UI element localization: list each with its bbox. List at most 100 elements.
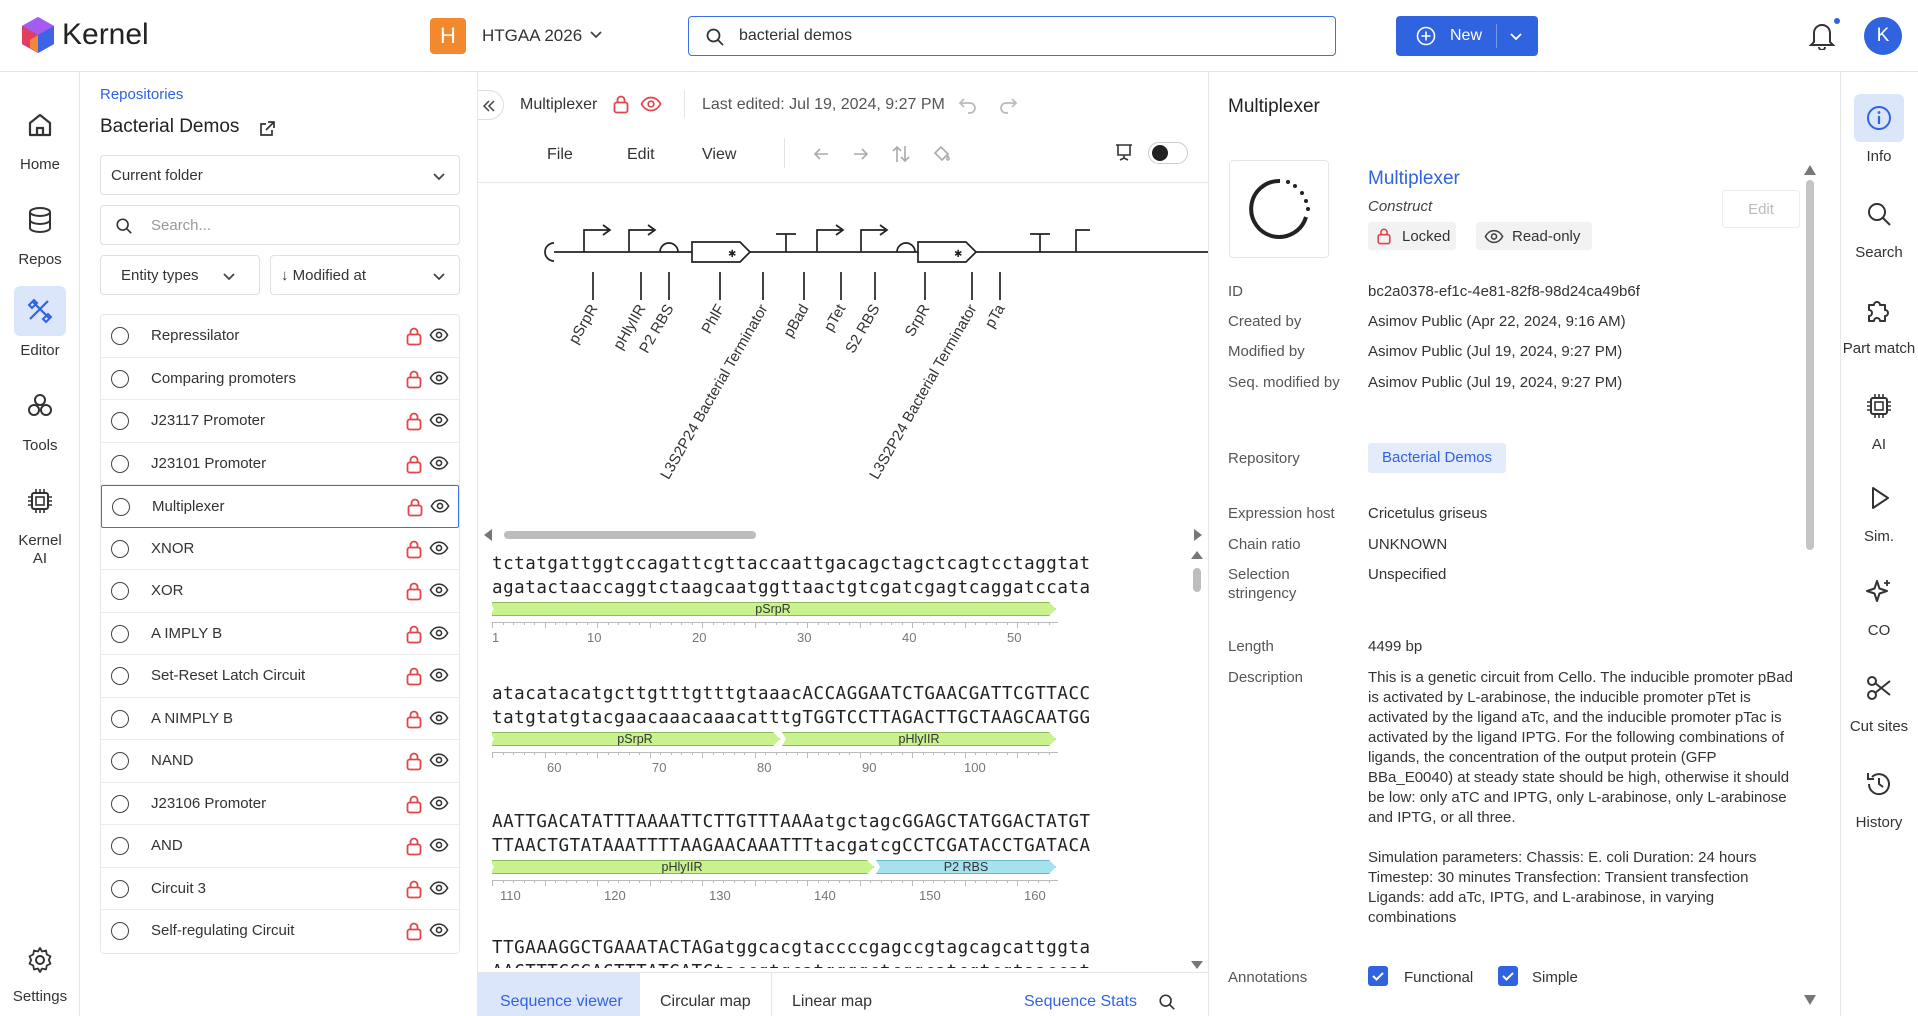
breadcrumb[interactable]: Repositories (100, 86, 183, 103)
feature-annotation[interactable]: pSrpR (492, 602, 1056, 616)
feature-annotation[interactable]: pHlyIIR (782, 732, 1056, 746)
radio-button[interactable] (111, 624, 129, 643)
paint-bucket-icon[interactable] (932, 144, 952, 164)
list-item[interactable]: J23101 Promoter (101, 443, 459, 485)
rail-co[interactable]: CO (1840, 568, 1918, 639)
sequence-top-strand[interactable]: TTGAAAGGCTGAAATACTAGatggcacgtaccccgagccg… (492, 938, 1091, 958)
menu-edit[interactable]: Edit (627, 146, 655, 164)
redo-icon[interactable] (998, 96, 1018, 114)
entity-type-filter[interactable]: Entity types (100, 255, 260, 295)
nav-settings[interactable]: Settings (0, 938, 80, 1005)
sort-select[interactable]: ↓ Modified at (270, 255, 460, 295)
list-item[interactable]: A IMPLY B (101, 613, 459, 655)
rail-ai[interactable]: AI (1840, 382, 1918, 453)
chevron-down-icon[interactable] (588, 26, 604, 42)
list-item[interactable]: J23106 Promoter (101, 783, 459, 825)
radio-button[interactable] (111, 837, 129, 855)
avatar[interactable]: K (1864, 17, 1902, 55)
nav-repos[interactable]: Repos (0, 195, 80, 268)
sequence-top-strand[interactable]: atacatacatgcttgtttgtttgtaaacACCAGGAATCTG… (492, 684, 1091, 704)
view-toggle[interactable] (1148, 142, 1188, 164)
menu-file[interactable]: File (547, 146, 573, 164)
list-item[interactable]: AND (101, 825, 459, 868)
entity-name-link[interactable]: Multiplexer (1368, 168, 1460, 190)
list-item[interactable]: Circuit 3 (101, 868, 459, 910)
radio-button[interactable] (111, 327, 129, 345)
radio-button[interactable] (111, 922, 129, 940)
global-search[interactable]: bacterial demos (688, 16, 1336, 56)
folder-select[interactable]: Current folder (100, 155, 460, 195)
flip-strands-icon[interactable] (892, 144, 910, 164)
workspace-name[interactable]: HTGAA 2026 (482, 26, 582, 46)
sequence-bottom-strand[interactable]: AACTTTCCGACTTTATGATCtaccgtgcatggggctcggc… (492, 962, 1091, 968)
info-scrollbar[interactable] (1806, 180, 1814, 550)
radio-button[interactable] (111, 454, 129, 473)
list-item[interactable]: Multiplexer (101, 485, 459, 528)
rail-cut-sites[interactable]: Cut sites (1840, 664, 1918, 735)
list-item[interactable]: Set-Reset Latch Circuit (101, 655, 459, 698)
radio-button[interactable] (111, 667, 129, 685)
list-item[interactable]: XNOR (101, 528, 459, 570)
radio-button[interactable] (111, 752, 129, 770)
list-item[interactable]: A NIMPLY B (101, 698, 459, 740)
workspace-badge[interactable]: H (430, 18, 466, 54)
radio-button[interactable] (111, 412, 129, 430)
functional-checkbox[interactable] (1368, 966, 1388, 986)
rail-info[interactable]: Info (1840, 94, 1918, 165)
nav-kernel-ai[interactable]: Kernel AI (0, 476, 80, 568)
tab-linear-map[interactable]: Linear map (772, 973, 912, 1016)
radio-button[interactable] (111, 879, 129, 898)
kernel-logo-icon[interactable] (20, 16, 56, 54)
sequence-top-strand[interactable]: AATTGACATATTTAAAATTCTTGTTTAAAatgctagcGGA… (492, 812, 1091, 832)
sequence-viewer[interactable]: tctatgattggtccagattcgttaccaattgacagctagc… (492, 548, 1188, 968)
sequence-scrollbar[interactable] (1190, 550, 1204, 970)
radio-button[interactable] (112, 498, 130, 516)
app-name[interactable]: Kernel (62, 18, 149, 52)
feature-annotation[interactable]: pSrpR (492, 732, 780, 746)
nav-editor[interactable]: Editor (0, 286, 80, 359)
rail-sim[interactable]: Sim. (1840, 474, 1918, 545)
list-item[interactable]: NAND (101, 740, 459, 783)
tab-circular-map[interactable]: Circular map (640, 973, 772, 1016)
list-item[interactable]: Self-regulating Circuit (101, 910, 459, 953)
radio-button[interactable] (111, 709, 129, 728)
list-item[interactable]: Repressilator (101, 315, 459, 358)
diagram-scrollbar[interactable] (484, 528, 1202, 542)
scroll-down-icon[interactable] (1803, 994, 1817, 1006)
list-item[interactable]: J23117 Promoter (101, 400, 459, 443)
search-input[interactable]: bacterial demos (739, 27, 852, 45)
file-search[interactable]: Search... (100, 205, 460, 245)
sequence-top-strand[interactable]: tctatgattggtccagattcgttaccaattgacagctagc… (492, 554, 1091, 574)
search-icon[interactable] (1158, 993, 1176, 1011)
chevron-down-icon[interactable] (1508, 28, 1524, 44)
new-button[interactable]: New (1396, 16, 1538, 56)
bell-icon[interactable] (1808, 20, 1836, 50)
simple-checkbox[interactable] (1498, 966, 1518, 986)
rail-part-match[interactable]: Part match (1840, 286, 1918, 357)
external-link-icon[interactable] (258, 120, 276, 138)
radio-button[interactable] (111, 582, 129, 600)
feature-annotation[interactable]: pHlyIIR (492, 860, 874, 874)
rail-search[interactable]: Search (1840, 190, 1918, 261)
sequence-bottom-strand[interactable]: agatactaaccaggtctaagcaatggttaactgtcgatcg… (492, 578, 1091, 598)
list-item[interactable]: Comparing promoters (101, 358, 459, 400)
scroll-up-icon[interactable] (1803, 164, 1817, 176)
sequence-stats-link[interactable]: Sequence Stats (1024, 973, 1144, 1016)
radio-button[interactable] (111, 369, 129, 388)
radio-button[interactable] (111, 794, 129, 813)
sequence-bottom-strand[interactable]: tatgtatgtacgaacaaacaaacatttgTGGTCCTTAGAC… (492, 708, 1091, 728)
radio-button[interactable] (111, 539, 129, 558)
tab-sequence-viewer[interactable]: Sequence viewer (478, 973, 640, 1016)
nav-tools[interactable]: Tools (0, 381, 80, 454)
nav-home[interactable]: Home (0, 100, 80, 173)
arrow-right-icon[interactable] (852, 146, 870, 162)
rail-history[interactable]: History (1840, 760, 1918, 831)
sequence-bottom-strand[interactable]: TTAACTGTATAAATTTTAAGAACAAATTTtacgatcgCCT… (492, 836, 1091, 856)
edit-button[interactable]: Edit (1722, 190, 1800, 228)
repository-chip[interactable]: Bacterial Demos (1368, 443, 1507, 473)
menu-view[interactable]: View (702, 146, 736, 164)
presentation-icon[interactable] (1114, 142, 1134, 162)
file-search-input[interactable]: Search... (151, 217, 211, 234)
undo-icon[interactable] (958, 96, 978, 114)
list-item[interactable]: XOR (101, 570, 459, 613)
